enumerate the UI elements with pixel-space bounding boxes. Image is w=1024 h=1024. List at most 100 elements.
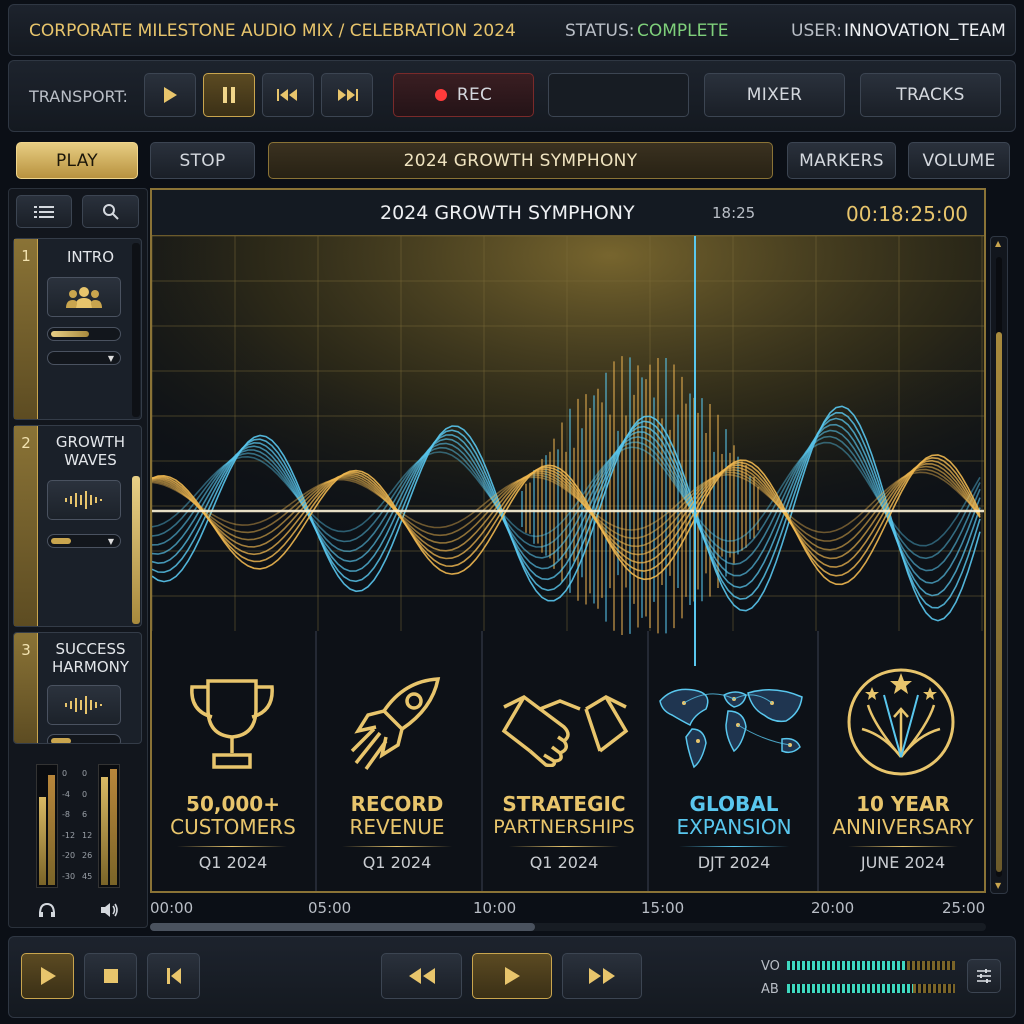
milestone-title: 10 YEAR: [856, 792, 950, 816]
timeline-label: 00:00: [150, 899, 194, 917]
meter-scale-left: -12: [62, 830, 76, 840]
headphones-icon[interactable]: [38, 902, 56, 918]
bottom-play-button[interactable]: [21, 953, 74, 999]
track-number: 1: [21, 247, 31, 265]
play-icon: [39, 966, 57, 986]
project-title: CORPORATE MILESTONE AUDIO MIX / CELEBRAT…: [29, 21, 516, 41]
stop-button[interactable]: STOP: [150, 142, 255, 179]
meter-scale-right: 26: [82, 851, 93, 860]
level-meters: 0 -4 -8 -12 -20 -30 0 0 6 12 26 45: [14, 752, 142, 922]
users-icon: [64, 284, 104, 310]
scroll-down-icon[interactable]: ▼: [995, 881, 1001, 890]
track-item-growth-waves[interactable]: 2 GROWTH WAVES ▼: [13, 425, 142, 627]
user-label: USER:: [791, 21, 842, 41]
timecode-display: 00:18:25:00: [846, 202, 969, 226]
meter-scale-right: 0: [82, 789, 88, 799]
track-level-bar: [132, 476, 140, 624]
ab-label: AB: [761, 982, 779, 997]
rewind-button[interactable]: [381, 953, 462, 999]
track-item-success-harmony[interactable]: 3 SUCCESS HARMONY: [13, 632, 142, 744]
rewind-icon: [408, 967, 436, 985]
transport-rewind-button[interactable]: [262, 73, 314, 117]
meter-right: [98, 764, 120, 888]
skip-back-icon: [276, 87, 300, 103]
vertical-scrollbar[interactable]: ▲ ▼: [990, 236, 1008, 894]
milestone-title: ANNIVERSARY: [832, 815, 974, 839]
scroll-thumb[interactable]: [996, 257, 1002, 877]
user-value: INNOVATION_TEAM: [844, 21, 1006, 41]
track-number: 2: [21, 434, 31, 452]
status-label: STATUS:: [565, 21, 635, 41]
fast-forward-button[interactable]: [562, 953, 642, 999]
volume-button[interactable]: VOLUME: [908, 142, 1010, 179]
markers-button[interactable]: MARKERS: [787, 142, 896, 179]
transport-play-button[interactable]: [144, 73, 196, 117]
chevron-down-icon: ▼: [107, 537, 114, 546]
play-icon: [503, 966, 521, 986]
milestone-title: CUSTOMERS: [170, 815, 296, 839]
main-play-button[interactable]: [472, 953, 552, 999]
track-output-dropdown[interactable]: ▼: [47, 534, 121, 548]
rocket-icon: [344, 671, 454, 781]
meter-scale-right: 45: [82, 871, 93, 881]
transport-forward-button[interactable]: [321, 73, 373, 117]
track-item-intro[interactable]: 1 INTRO ▼: [13, 238, 142, 420]
record-dot-icon: [434, 89, 447, 101]
meter-scale-left: 0: [62, 769, 68, 778]
transport-pause-button[interactable]: [203, 73, 255, 117]
track-volume-slider[interactable]: [47, 327, 121, 341]
search-icon: [102, 203, 120, 221]
list-view-button[interactable]: [16, 195, 72, 228]
play-icon: [162, 86, 178, 104]
milestone-title: RECORD: [350, 792, 444, 816]
milestone-title: REVENUE: [349, 815, 445, 839]
skip-back-icon: [166, 967, 182, 985]
milestone-title: 50,000+: [186, 792, 280, 816]
waveform-title: 2024 GROWTH SYMPHONY: [380, 202, 635, 224]
record-button[interactable]: REC: [393, 73, 534, 117]
play-button[interactable]: PLAY: [16, 142, 138, 179]
meter-scale-right: 6: [82, 810, 88, 819]
track-icon-button[interactable]: [47, 685, 121, 725]
track-name: SUCCESS HARMONY: [51, 640, 130, 676]
vo-label: VO: [761, 959, 780, 974]
record-label: REC: [456, 85, 493, 105]
scroll-up-icon[interactable]: ▲: [995, 239, 1001, 248]
track-output-dropdown[interactable]: [47, 734, 121, 743]
timeline-label: 05:00: [308, 899, 352, 917]
milestone-date: Q1 2024: [529, 853, 599, 872]
timeline-label: 20:00: [811, 899, 855, 917]
handshake-icon: [500, 687, 630, 767]
stop-icon: [103, 968, 119, 984]
track-icon-button[interactable]: [47, 480, 121, 520]
speaker-icon[interactable]: [100, 902, 120, 918]
empty-slot: [548, 73, 689, 117]
milestone-title: GLOBAL: [689, 792, 779, 816]
timeline-label: 10:00: [473, 899, 517, 917]
horizontal-scroll-thumb[interactable]: [150, 923, 535, 931]
milestone-title: EXPANSION: [676, 815, 792, 839]
meter-scale-right: 12: [82, 830, 93, 840]
skip-forward-icon: [335, 87, 359, 103]
horizontal-scrollbar[interactable]: [150, 923, 986, 931]
milestone-date: JUNE 2024: [860, 853, 946, 872]
meter-scale-left: -20: [62, 851, 76, 860]
track-output-dropdown[interactable]: ▼: [47, 351, 121, 365]
world-map-icon: [654, 681, 810, 771]
track-icon-button[interactable]: [47, 277, 121, 317]
bottom-skip-back-button[interactable]: [147, 953, 200, 999]
mixer-button[interactable]: MIXER: [704, 73, 845, 117]
tracks-button[interactable]: TRACKS: [860, 73, 1001, 117]
timeline-label: 25:00: [942, 899, 986, 917]
pause-icon: [221, 86, 237, 104]
settings-menu-button[interactable]: [967, 959, 1001, 993]
track-number: 3: [21, 641, 31, 659]
waveform-panel[interactable]: 2024 GROWTH SYMPHONY 18:25 00:18:25:00: [150, 188, 986, 893]
list-icon: [34, 205, 54, 219]
meter-scale-right: 0: [82, 769, 88, 778]
meter-scale-left: -4: [62, 789, 70, 799]
bottom-stop-button[interactable]: [84, 953, 137, 999]
chevron-down-icon: ▼: [107, 354, 114, 363]
search-button[interactable]: [82, 195, 139, 228]
track-scrollbar[interactable]: [132, 243, 140, 417]
